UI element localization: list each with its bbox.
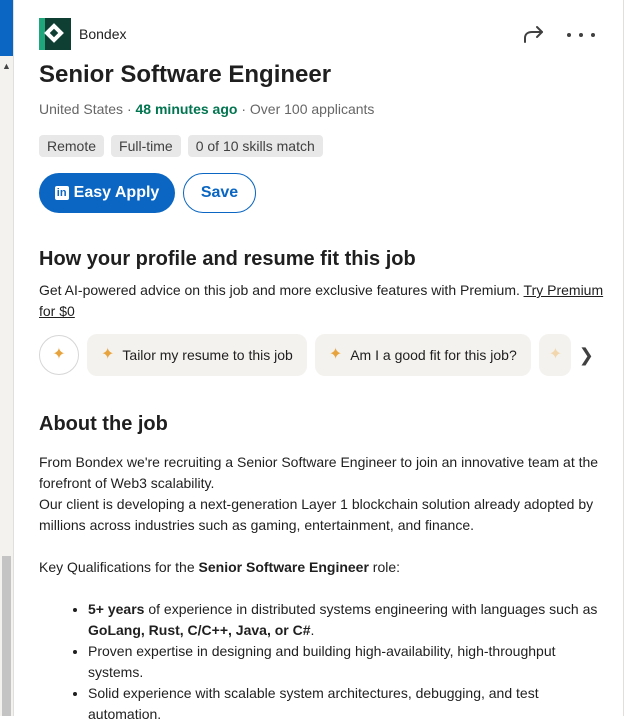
sparkle-icon: ✦ bbox=[52, 346, 66, 363]
scrollbar-thumb-top[interactable] bbox=[0, 0, 13, 56]
scroll-up-arrow-icon[interactable]: ▲ bbox=[2, 62, 11, 71]
job-description: From Bondex we're recruiting a Senior So… bbox=[39, 452, 605, 725]
role-name: Senior Software Engineer bbox=[198, 559, 369, 575]
share-icon[interactable] bbox=[521, 22, 547, 48]
more-options-icon[interactable] bbox=[567, 22, 595, 48]
applicant-count: Over 100 applicants bbox=[249, 101, 375, 117]
about-job-heading: About the job bbox=[39, 413, 168, 435]
tag-skills-match[interactable]: 0 of 10 skills match bbox=[187, 135, 323, 157]
chip-tailor-resume[interactable]: ✦ Tailor my resume to this job bbox=[87, 334, 307, 376]
job-title[interactable]: Senior Software Engineer bbox=[39, 61, 331, 89]
posted-time: 48 minutes ago bbox=[135, 101, 238, 117]
meta-separator: · bbox=[123, 101, 136, 117]
fit-section-description: Get AI-powered advice on this job and mo… bbox=[39, 280, 605, 322]
sparkle-icon: ✦ bbox=[328, 346, 343, 363]
description-paragraph: Our client is developing a next-generati… bbox=[39, 496, 594, 533]
chip-partial[interactable]: ✦ bbox=[538, 334, 571, 376]
company-header: Bondex bbox=[39, 18, 126, 50]
list-item: Proven expertise in designing and buildi… bbox=[88, 641, 605, 683]
chevron-right-icon[interactable]: ❯ bbox=[579, 345, 594, 366]
job-meta: United States · 48 minutes ago · Over 10… bbox=[39, 101, 374, 117]
job-location: United States bbox=[39, 101, 124, 117]
list-item: 5+ years of experience in distributed sy… bbox=[88, 599, 605, 641]
easy-apply-label: Easy Apply bbox=[73, 184, 160, 201]
tag-remote[interactable]: Remote bbox=[39, 135, 105, 157]
qualifications-list: 5+ years of experience in distributed sy… bbox=[39, 599, 605, 725]
save-button[interactable]: Save bbox=[183, 173, 256, 213]
job-actions: in Easy Apply Save bbox=[39, 173, 256, 213]
save-label: Save bbox=[200, 184, 239, 201]
divider bbox=[13, 0, 14, 716]
ai-prompt-chips: ✦ ✦ Tailor my resume to this job ✦ Am I … bbox=[39, 334, 605, 376]
company-name[interactable]: Bondex bbox=[79, 26, 126, 42]
sparkle-icon: ✦ bbox=[101, 346, 115, 363]
premium-pitch: Get AI-powered advice on this job and mo… bbox=[39, 282, 524, 298]
chip-label: Tailor my resume to this job bbox=[122, 347, 293, 363]
company-logo[interactable] bbox=[39, 18, 71, 50]
tag-full-time[interactable]: Full-time bbox=[111, 135, 181, 157]
ai-assistant-button[interactable]: ✦ bbox=[39, 335, 79, 375]
fit-section-heading: How your profile and resume fit this job bbox=[39, 248, 416, 270]
chip-label: Am I a good fit for this job? bbox=[350, 347, 517, 363]
job-tags: Remote Full-time 0 of 10 skills match bbox=[39, 135, 323, 157]
linkedin-icon: in bbox=[54, 186, 69, 200]
sparkle-icon: ✦ bbox=[548, 346, 563, 363]
easy-apply-button[interactable]: in Easy Apply bbox=[39, 173, 175, 213]
list-item: Solid experience with scalable system ar… bbox=[88, 683, 605, 725]
chip-good-fit[interactable]: ✦ Am I a good fit for this job? bbox=[314, 334, 531, 376]
meta-separator: · bbox=[237, 101, 250, 117]
scrollbar-thumb[interactable] bbox=[2, 556, 11, 716]
key-qualifications-intro: Key Qualifications for the Senior Softwa… bbox=[39, 559, 401, 575]
description-paragraph: From Bondex we're recruiting a Senior So… bbox=[39, 454, 599, 491]
